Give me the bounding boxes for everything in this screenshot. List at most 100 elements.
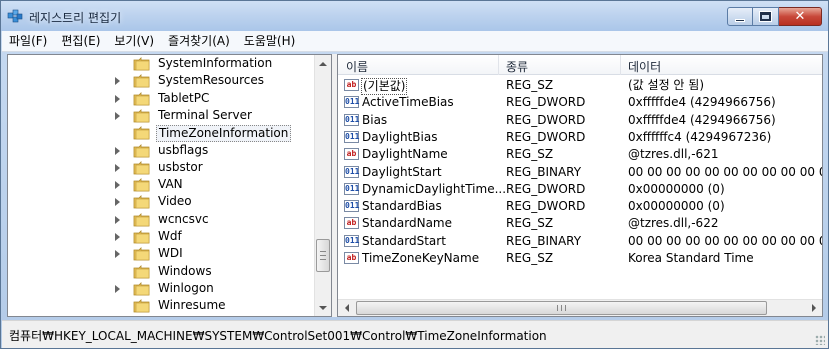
scroll-up-button[interactable] <box>315 55 331 72</box>
list-header: 이름 종류 데이터 <box>338 55 822 75</box>
menu-help[interactable]: 도움말(H) <box>237 31 303 51</box>
expand-arrow-icon[interactable] <box>115 250 120 259</box>
status-bar: 컴퓨터₩HKEY_LOCAL_MACHINE₩SYSTEM₩ControlSet… <box>2 320 828 348</box>
menu-edit[interactable]: 편집(E) <box>54 31 107 51</box>
binary-value-icon: 011 <box>344 200 360 213</box>
value-row[interactable]: 011 DaylightStart REG_BINARY 00 00 00 00 00… <box>338 164 822 181</box>
tree-item[interactable]: usbflags <box>8 142 313 159</box>
status-key-path: 컴퓨터₩HKEY_LOCAL_MACHINE₩SYSTEM₩ControlSet… <box>9 329 547 343</box>
column-divider[interactable] <box>620 55 621 75</box>
column-divider[interactable] <box>498 55 499 75</box>
value-row[interactable]: 011 StandardStart REG_BINARY 00 00 00 00 00… <box>338 233 822 250</box>
tree-item[interactable]: WDI <box>8 245 313 262</box>
menu-file[interactable]: 파일(F) <box>2 31 54 51</box>
column-header-name[interactable]: 이름 <box>346 58 368 75</box>
tree-item-label: usbflags <box>158 142 209 157</box>
expand-arrow-icon[interactable] <box>115 181 120 190</box>
value-row[interactable]: 011 DaylightBias REG_DWORD 0xffffffc4 (4294… <box>338 129 822 146</box>
value-data: (값 설정 안 됨) <box>628 78 705 92</box>
value-row[interactable]: ab TimeZoneKeyName REG_SZ Korea Standard Ti… <box>338 250 822 267</box>
value-row[interactable]: ab StandardName REG_SZ @tzres.dll,-622 <box>338 215 822 232</box>
tree-item-label: Winlogon <box>158 280 214 295</box>
folder-icon <box>133 91 150 105</box>
tree-item-label: TimeZoneInformation <box>156 125 292 143</box>
expand-arrow-icon[interactable] <box>115 163 120 172</box>
scroll-down-button[interactable] <box>315 299 331 316</box>
tree-item-label: WDI <box>158 246 183 261</box>
tree-item-label: usbstor <box>158 159 203 174</box>
window-title: 레지스트리 편집기 <box>29 11 122 25</box>
expand-arrow-icon[interactable] <box>115 215 120 224</box>
scroll-thumb[interactable] <box>316 239 330 272</box>
tree-item[interactable]: SystemResources <box>8 72 313 89</box>
value-type: REG_BINARY <box>506 233 582 248</box>
maximize-button[interactable] <box>753 7 779 26</box>
value-row[interactable]: ab DaylightName REG_SZ @tzres.dll,-621 <box>338 146 822 163</box>
value-name: ActiveTimeBias <box>362 95 454 110</box>
tree-item-label: Terminal Server <box>158 107 252 122</box>
string-value-icon: ab <box>344 79 359 91</box>
list-horizontal-scrollbar[interactable]: III <box>338 299 822 316</box>
close-button[interactable]: ✕ <box>779 7 822 26</box>
tree-item-label: SystemInformation <box>158 56 273 70</box>
minimize-button[interactable] <box>727 7 753 26</box>
value-row[interactable]: 011 Bias REG_DWORD 0xfffffde4 (4294966756) <box>338 112 822 129</box>
column-header-data[interactable]: 데이터 <box>628 58 661 75</box>
registry-editor-icon <box>7 9 23 23</box>
tree-item[interactable]: SystemInformation <box>8 55 313 72</box>
folder-icon <box>133 126 150 140</box>
folder-icon <box>133 281 150 296</box>
resize-grip-icon[interactable] <box>815 335 825 345</box>
value-row[interactable]: 011 ActiveTimeBias REG_DWORD 0xfffffde4 (42… <box>338 94 822 111</box>
folder-icon <box>133 230 150 244</box>
close-icon: ✕ <box>794 9 806 24</box>
expand-arrow-icon[interactable] <box>115 284 120 293</box>
tree-item-label: wcncsvc <box>158 211 209 226</box>
menu-favorites[interactable]: 즐겨찾기(A) <box>161 31 237 51</box>
tree-item[interactable]: VAN <box>8 176 313 193</box>
folder-icon <box>133 108 150 123</box>
tree-item[interactable]: Wdf <box>8 228 313 245</box>
binary-value-icon: 011 <box>344 182 360 195</box>
value-row[interactable]: 011 DynamicDaylightTime... REG_DWORD 0x0000… <box>338 181 822 198</box>
value-name: StandardBias <box>362 199 442 214</box>
value-name: DynamicDaylightTime... <box>362 181 507 196</box>
expand-arrow-icon[interactable] <box>115 94 120 103</box>
menu-view[interactable]: 보기(V) <box>107 31 161 51</box>
expand-arrow-icon[interactable] <box>115 146 120 155</box>
expand-arrow-icon[interactable] <box>115 111 120 120</box>
folder-icon <box>133 195 150 209</box>
value-row[interactable]: ab (기본값) REG_SZ (값 설정 안 됨) <box>338 77 822 95</box>
value-data: 0xfffffde4 (4294966756) <box>628 95 776 110</box>
tree-item[interactable]: wcncsvc <box>8 211 313 228</box>
tree-vertical-scrollbar[interactable] <box>314 55 331 316</box>
expand-arrow-icon[interactable] <box>115 233 120 241</box>
scroll-thumb[interactable]: III <box>356 301 767 315</box>
tree-item[interactable]: Windows <box>8 263 313 280</box>
tree-item[interactable]: TimeZoneInformation <box>8 124 313 143</box>
scroll-left-button[interactable] <box>338 300 355 316</box>
tree-item[interactable]: Video <box>8 193 313 210</box>
value-type: REG_SZ <box>506 251 554 265</box>
tree-item[interactable]: Winresume <box>8 297 313 314</box>
value-data: @tzres.dll,-621 <box>628 147 719 162</box>
folder-icon <box>133 178 150 192</box>
value-list[interactable]: 이름 종류 데이터 ab (기본값) REG_SZ (값 설정 안 됨) 011 Acti… <box>337 54 823 317</box>
folder-icon <box>133 57 150 71</box>
title-bar[interactable]: 레지스트리 편집기 ✕ <box>1 1 828 31</box>
value-name: DaylightBias <box>362 129 438 144</box>
key-tree[interactable]: SystemInformation SystemResources TabletPC… <box>7 54 332 317</box>
expand-arrow-icon[interactable] <box>115 77 120 86</box>
tree-item[interactable]: Terminal Server <box>8 107 313 124</box>
tree-item[interactable]: usbstor <box>8 159 313 176</box>
tree-item[interactable]: Winlogon <box>8 280 313 297</box>
tree-item[interactable]: TabletPC <box>8 90 313 107</box>
scroll-right-button[interactable] <box>805 300 822 316</box>
expand-arrow-icon[interactable] <box>115 198 120 207</box>
value-row[interactable]: 011 StandardBias REG_DWORD 0x00000000 (0) <box>338 198 822 215</box>
value-type: REG_BINARY <box>506 164 582 179</box>
registry-editor-window: 레지스트리 편집기 ✕ 파일(F) 편집(E) 보기(V) 즐겨찾기(A) 도움… <box>0 0 829 349</box>
column-header-type[interactable]: 종류 <box>506 58 528 75</box>
value-name: StandardStart <box>362 233 446 248</box>
maximize-icon <box>759 11 772 22</box>
